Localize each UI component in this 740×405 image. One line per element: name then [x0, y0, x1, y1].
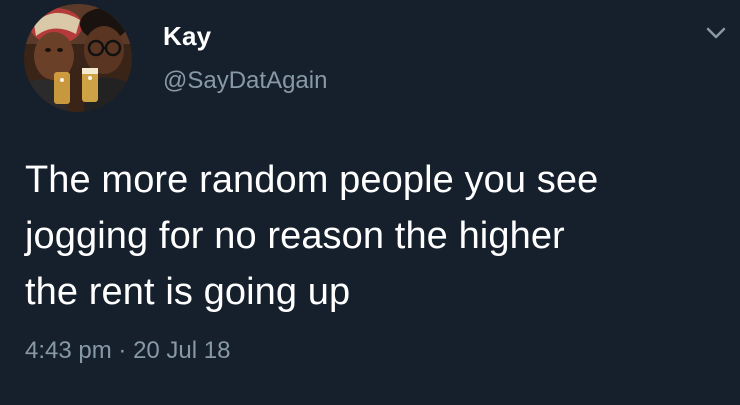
display-name[interactable]: Kay	[163, 21, 211, 52]
meta-separator: ·	[118, 337, 127, 364]
avatar[interactable]	[24, 4, 132, 112]
tweet-card: Kay @SayDatAgain The more random people …	[0, 0, 740, 405]
tweet-timestamp[interactable]: 4:43 pm · 20 Jul 18	[25, 337, 230, 365]
tweet-text-line: The more random people you see	[25, 159, 599, 201]
tweet-text-line: jogging for no reason the higher	[25, 215, 565, 257]
chevron-down-icon[interactable]	[703, 22, 729, 44]
tweet-text: The more random people you see jogging f…	[25, 152, 725, 320]
tweet-date: 20 Jul 18	[133, 337, 231, 364]
tweet-time: 4:43 pm	[25, 337, 112, 364]
tweet-text-line: the rent is going up	[25, 271, 351, 313]
user-handle[interactable]: @SayDatAgain	[163, 67, 327, 95]
